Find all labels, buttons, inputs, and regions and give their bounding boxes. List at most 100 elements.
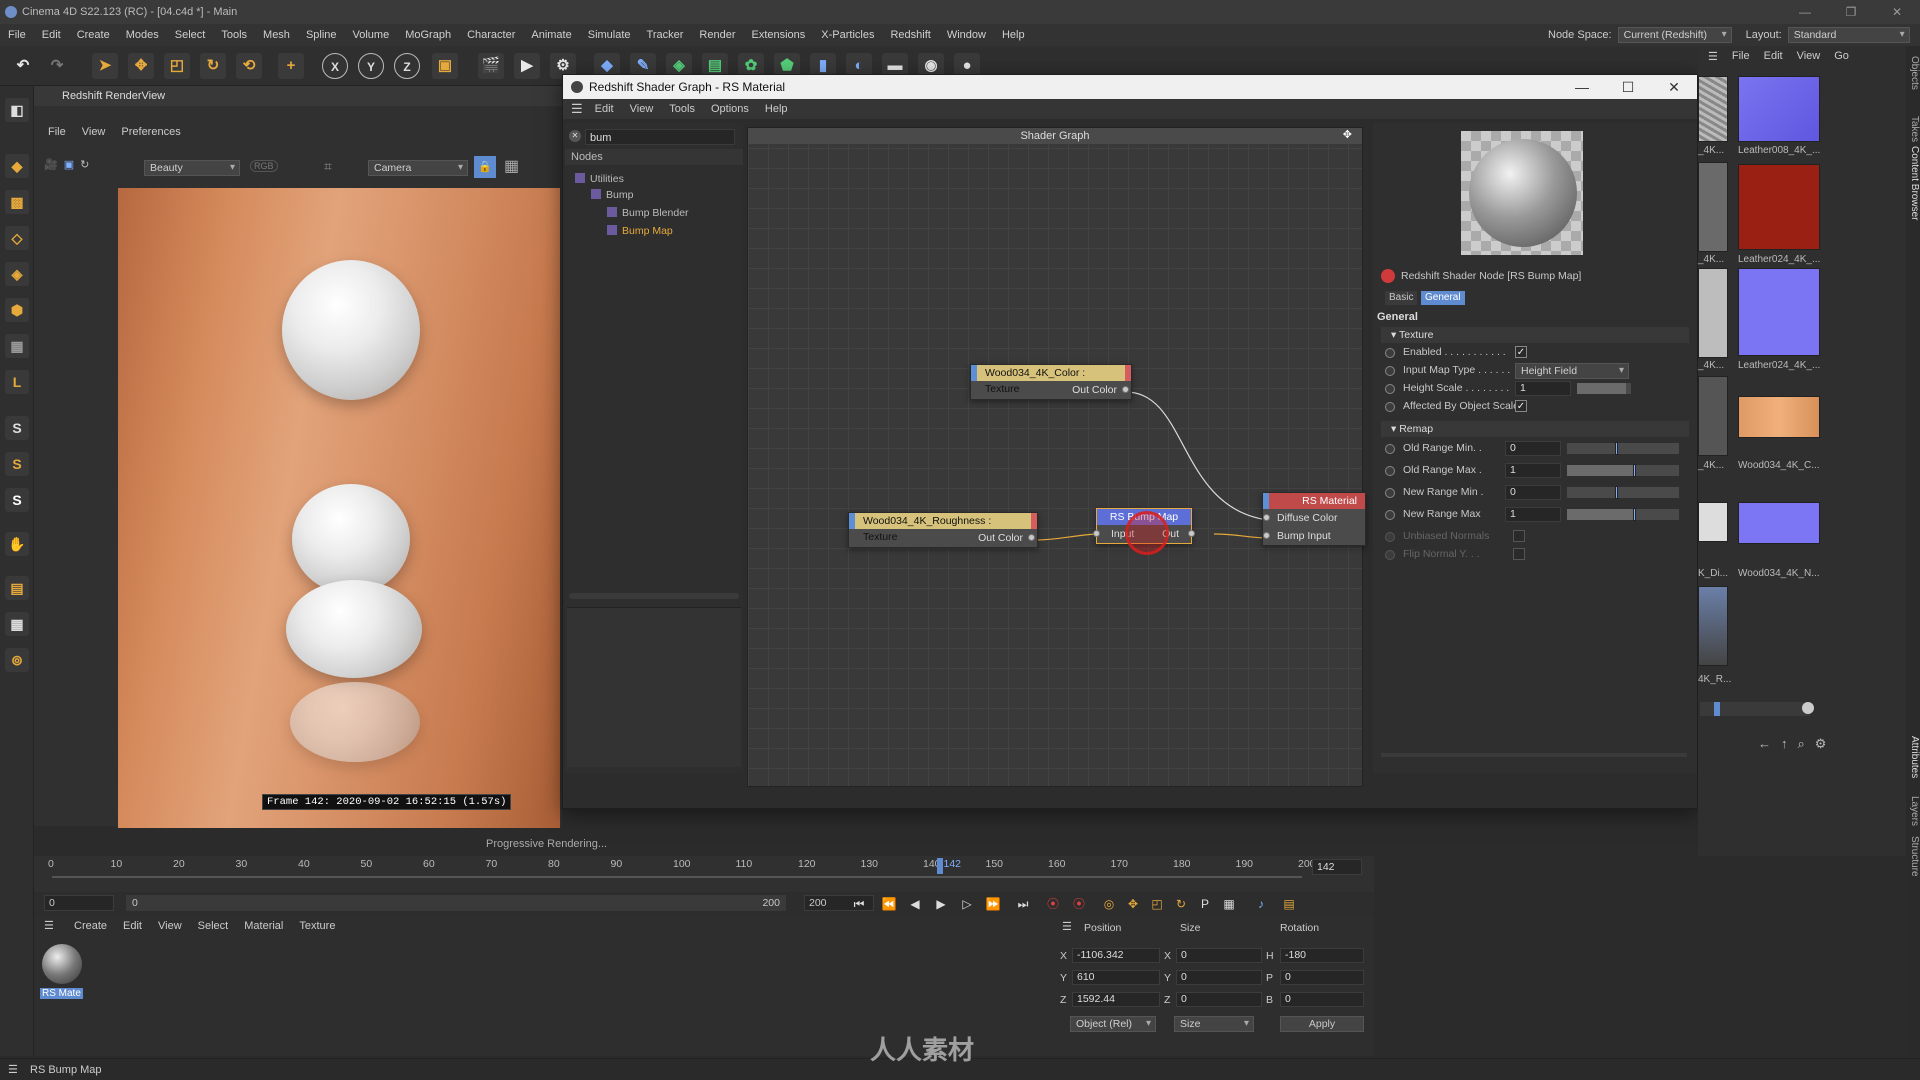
old-range-min-slider[interactable] bbox=[1567, 442, 1679, 455]
key-scale-icon[interactable]: ◰ bbox=[1148, 895, 1166, 913]
up-arrow-icon[interactable]: ↑ bbox=[1781, 736, 1788, 752]
edges-mode-icon[interactable]: ◈ bbox=[5, 262, 29, 286]
make-editable-icon[interactable]: ◧ bbox=[5, 98, 29, 122]
tree-item-bump[interactable]: Bump bbox=[591, 189, 633, 201]
shader-menu-options[interactable]: Options bbox=[703, 103, 757, 115]
fcurve-icon[interactable]: ♪ bbox=[1252, 895, 1270, 913]
enabled-checkbox[interactable]: ✓ bbox=[1515, 346, 1527, 358]
quantize-icon[interactable]: S bbox=[5, 488, 29, 512]
goto-end-icon[interactable]: ⏭ bbox=[1014, 895, 1032, 913]
graph-navigate-icon[interactable]: ✥ bbox=[1343, 128, 1352, 141]
redo-icon[interactable]: ↷ bbox=[44, 53, 70, 79]
menu-spline[interactable]: Spline bbox=[298, 24, 345, 46]
height-scale-input[interactable]: 1 bbox=[1515, 381, 1571, 396]
position-y-input[interactable]: 610 bbox=[1072, 970, 1160, 985]
key-pla-icon[interactable]: ▦ bbox=[1220, 895, 1238, 913]
thumb-leather-gray-3[interactable] bbox=[1698, 268, 1728, 358]
port-diffuse-color[interactable]: Diffuse Color bbox=[1263, 509, 1365, 527]
menu-help[interactable]: Help bbox=[994, 24, 1033, 46]
size-z-input[interactable]: 0 bbox=[1176, 992, 1262, 1007]
new-range-max-input[interactable]: 1 bbox=[1505, 507, 1561, 522]
rotate-tool-icon[interactable]: ↻ bbox=[200, 53, 226, 79]
material-menu-icon[interactable]: ☰ bbox=[44, 919, 54, 932]
maximize-button[interactable]: ❐ bbox=[1828, 0, 1874, 24]
new-min-keyframe-icon[interactable] bbox=[1385, 488, 1395, 498]
coords-menu-icon[interactable]: ☰ bbox=[1062, 920, 1072, 933]
tree-item-bump-blender[interactable]: Bump Blender bbox=[607, 207, 689, 219]
node-list-scrollbar[interactable] bbox=[569, 593, 739, 599]
next-frame-icon[interactable]: ▷ bbox=[958, 895, 976, 913]
thumb-leather024-normal[interactable] bbox=[1738, 268, 1820, 356]
material-name-label[interactable]: RS Mate bbox=[40, 988, 83, 999]
browser-menu-view[interactable]: View bbox=[1797, 50, 1821, 63]
browser-menu-go[interactable]: Go bbox=[1834, 50, 1849, 63]
undo-icon[interactable]: ↶ bbox=[10, 53, 36, 79]
keyframe-selection-icon[interactable]: ◎ bbox=[1100, 895, 1118, 913]
material-swatch[interactable] bbox=[42, 944, 82, 984]
mat-menu-edit[interactable]: Edit bbox=[123, 916, 142, 936]
height-scale-slider[interactable] bbox=[1577, 383, 1631, 394]
thumb-leather-gray-2[interactable] bbox=[1698, 162, 1728, 252]
move-tool-icon[interactable]: ✥ bbox=[128, 53, 154, 79]
render-region-icon[interactable]: 🎬 bbox=[478, 53, 504, 79]
minimize-button[interactable]: — bbox=[1782, 0, 1828, 24]
menu-edit[interactable]: Edit bbox=[34, 24, 69, 46]
goto-start-icon[interactable]: ⏮ bbox=[850, 895, 868, 913]
old-range-max-slider[interactable] bbox=[1567, 464, 1679, 477]
new-range-min-input[interactable]: 0 bbox=[1505, 485, 1561, 500]
key-position-icon[interactable]: ✥ bbox=[1124, 895, 1142, 913]
rotation-b-input[interactable]: 0 bbox=[1280, 992, 1364, 1007]
layout-dropdown[interactable]: Standard bbox=[1787, 27, 1910, 43]
thumb-leather024-color[interactable] bbox=[1738, 164, 1820, 250]
z-axis-icon[interactable]: Z bbox=[394, 53, 420, 79]
browser-menu-edit[interactable]: Edit bbox=[1764, 50, 1783, 63]
menu-x-particles[interactable]: X-Particles bbox=[813, 24, 882, 46]
enabled-keyframe-icon[interactable] bbox=[1385, 348, 1395, 358]
points-mode-icon[interactable]: ◇ bbox=[5, 226, 29, 250]
grid-view-icon[interactable]: ▦ bbox=[504, 156, 519, 176]
prev-frame-icon[interactable]: ◀ bbox=[906, 895, 924, 913]
mat-menu-texture[interactable]: Texture bbox=[299, 916, 335, 936]
shader-menu-help[interactable]: Help bbox=[757, 103, 796, 115]
thumb-size-slider[interactable] bbox=[1700, 702, 1810, 716]
coord-mode-dropdown[interactable]: Object (Rel) bbox=[1070, 1016, 1156, 1032]
lock-icon[interactable]: 🔒 bbox=[474, 156, 496, 178]
attr-scrollbar[interactable] bbox=[1381, 753, 1687, 757]
playhead[interactable] bbox=[936, 858, 943, 874]
rotation-p-input[interactable]: 0 bbox=[1280, 970, 1364, 985]
scale-tool-icon[interactable]: ◰ bbox=[164, 53, 190, 79]
thumb-leather-gray-1[interactable] bbox=[1698, 76, 1728, 142]
menu-create[interactable]: Create bbox=[69, 24, 118, 46]
size-y-input[interactable]: 0 bbox=[1176, 970, 1262, 985]
node-roughness-texture[interactable]: Wood034_4K_Roughness : Texture Out Color bbox=[848, 512, 1038, 548]
menu-render[interactable]: Render bbox=[691, 24, 743, 46]
menu-character[interactable]: Character bbox=[459, 24, 523, 46]
position-z-input[interactable]: 1592.44 bbox=[1072, 992, 1160, 1007]
new-max-keyframe-icon[interactable] bbox=[1385, 510, 1395, 520]
tree-item-bump-map[interactable]: Bump Map bbox=[607, 225, 673, 237]
search-icon[interactable]: ⌕ bbox=[1798, 736, 1805, 752]
y-axis-icon[interactable]: Y bbox=[358, 53, 384, 79]
shader-menu-view[interactable]: View bbox=[622, 103, 662, 115]
menu-modes[interactable]: Modes bbox=[118, 24, 167, 46]
select-tool-icon[interactable]: ➤ bbox=[92, 53, 118, 79]
vtab-content-browser[interactable]: Content Browser bbox=[1906, 146, 1920, 220]
node-color-texture[interactable]: Wood034_4K_Color : Texture Out Color bbox=[970, 364, 1132, 400]
shader-graph-canvas[interactable]: Shader Graph Wood034_4K_Color : Texture … bbox=[747, 127, 1366, 787]
menu-redshift[interactable]: Redshift bbox=[882, 24, 938, 46]
vtab-layers[interactable]: Layers bbox=[1906, 796, 1920, 826]
settings-icon[interactable]: ⚙ bbox=[1815, 736, 1827, 752]
world-axis-icon[interactable]: + bbox=[278, 53, 304, 79]
thumb-wood-gray-1[interactable] bbox=[1698, 376, 1728, 456]
size-mode-dropdown[interactable]: Size bbox=[1174, 1016, 1254, 1032]
menu-select[interactable]: Select bbox=[167, 24, 214, 46]
shader-menu-tools[interactable]: Tools bbox=[661, 103, 703, 115]
uv-mode-icon[interactable]: ▦ bbox=[5, 334, 29, 358]
clear-search-icon[interactable]: ✕ bbox=[569, 130, 581, 142]
psr-icon[interactable]: ⟲ bbox=[236, 53, 262, 79]
next-key-icon[interactable]: ⏩ bbox=[984, 895, 1002, 913]
render-view-menu-file[interactable]: File bbox=[48, 122, 66, 142]
port-bump-input-material[interactable]: Bump Input bbox=[1263, 527, 1365, 545]
old-max-keyframe-icon[interactable] bbox=[1385, 466, 1395, 476]
menu-volume[interactable]: Volume bbox=[345, 24, 398, 46]
